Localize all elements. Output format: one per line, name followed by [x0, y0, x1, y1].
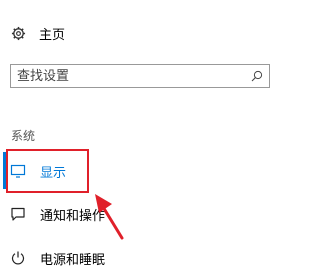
- search-box[interactable]: [10, 64, 270, 88]
- search-icon[interactable]: [251, 70, 263, 82]
- home-label: 主页: [39, 28, 66, 43]
- notification-icon: [11, 207, 25, 221]
- annotation-highlight-box: [6, 149, 89, 193]
- nav-item-notifications[interactable]: 通知和操作: [0, 199, 180, 229]
- section-title: 系统: [11, 129, 36, 143]
- search-input[interactable]: [11, 65, 251, 87]
- home-link[interactable]: 主页: [11, 24, 65, 43]
- nav-item-label: 通知和操作: [40, 208, 106, 224]
- gear-icon: [11, 26, 26, 41]
- power-icon: [11, 251, 25, 265]
- nav-item-power-sleep[interactable]: 电源和睡眠: [0, 243, 180, 273]
- nav-item-label: 电源和睡眠: [40, 252, 106, 268]
